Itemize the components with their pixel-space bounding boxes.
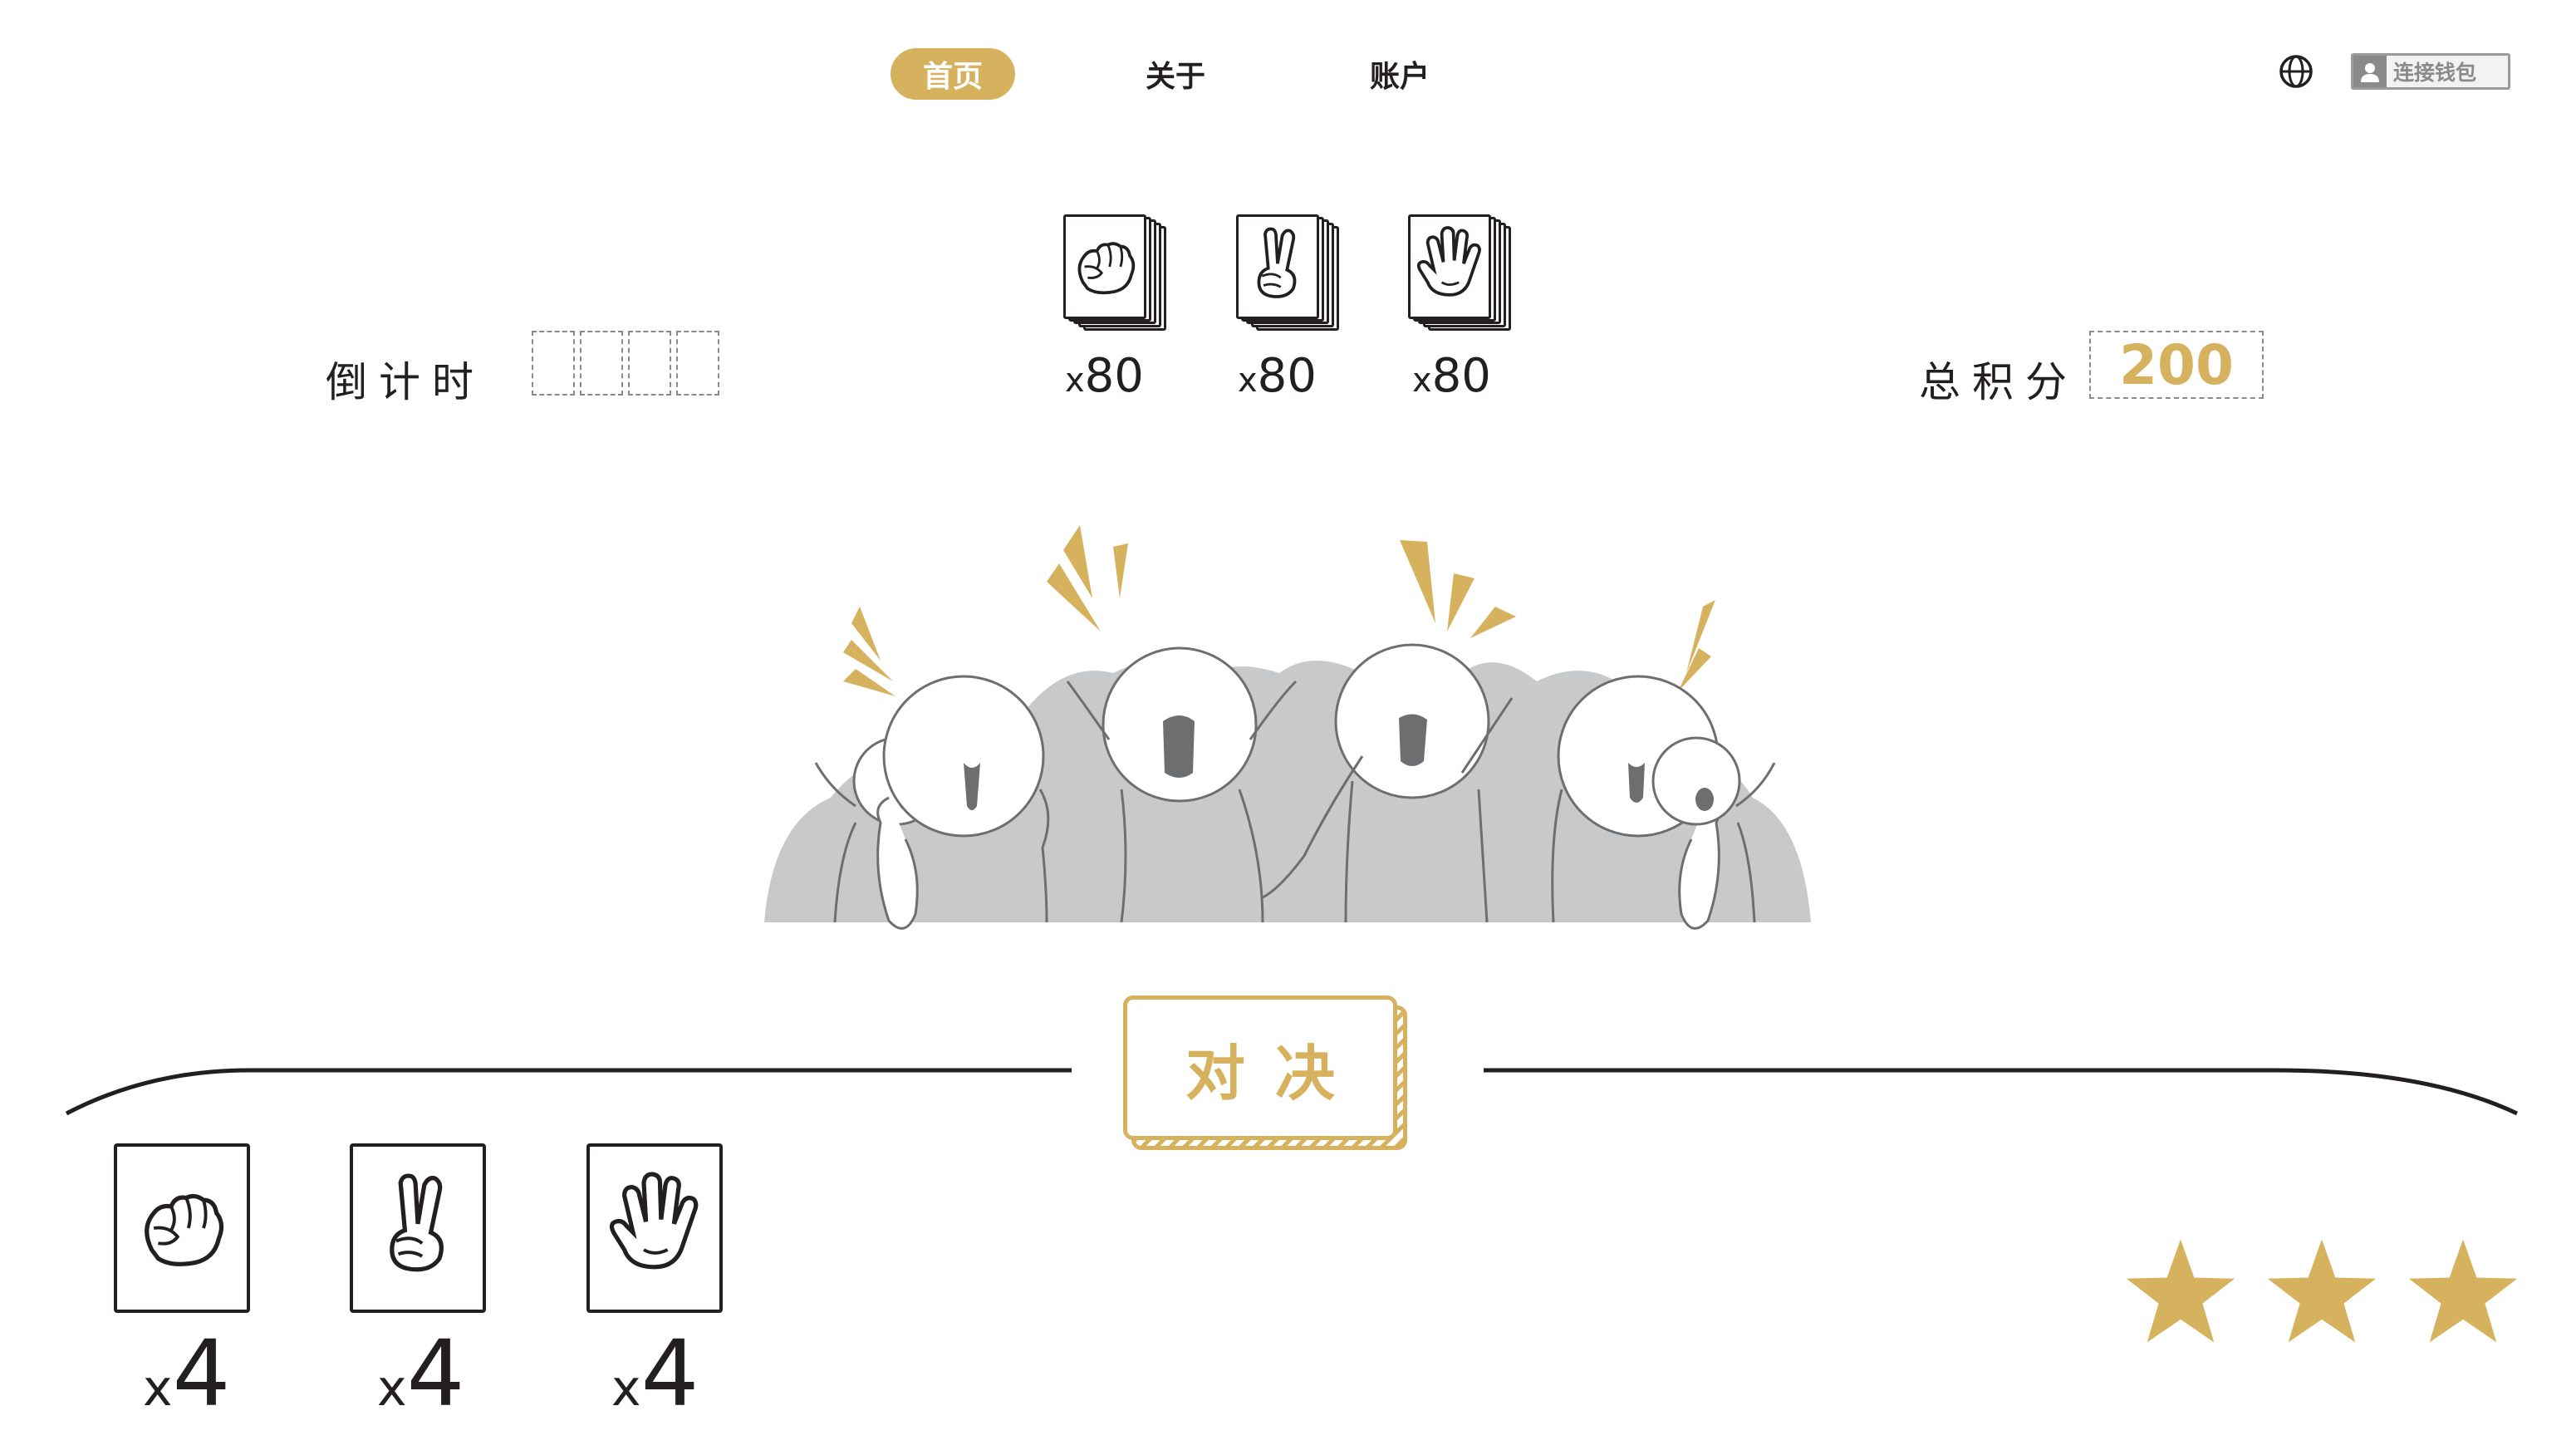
countdown-digit bbox=[676, 331, 719, 396]
nav-account-label: 账户 bbox=[1369, 60, 1430, 94]
open-palm-icon bbox=[1416, 226, 1481, 297]
cheering-crowd-illustration bbox=[764, 525, 1811, 930]
countdown-label: 倒计时 bbox=[326, 358, 485, 406]
nav-home-label: 首页 bbox=[922, 60, 983, 94]
nav-home-tab[interactable]: 首页 bbox=[891, 48, 1015, 100]
star-icon bbox=[2126, 1239, 2235, 1343]
score-value: 200 bbox=[2089, 331, 2264, 399]
hand-card-scissors[interactable] bbox=[350, 1143, 486, 1313]
peace-sign-icon bbox=[1257, 227, 1297, 298]
duel-button[interactable]: 对决 bbox=[1123, 995, 1407, 1150]
duel-button-label: 对决 bbox=[1123, 995, 1397, 1140]
countdown-digit bbox=[628, 331, 671, 396]
open-palm-icon bbox=[609, 1172, 699, 1270]
star-rating bbox=[2126, 1239, 2518, 1343]
star-icon bbox=[2267, 1239, 2377, 1343]
nav-about-label: 关于 bbox=[1145, 60, 1205, 94]
countdown-digit bbox=[580, 331, 623, 396]
globe-icon[interactable] bbox=[2278, 53, 2314, 90]
deck-rock-count: x80 bbox=[1065, 349, 1144, 403]
deck-scissors-stack bbox=[1236, 214, 1361, 339]
peace-sign-icon bbox=[390, 1173, 444, 1272]
score-label: 总积分 bbox=[1919, 358, 2078, 406]
deck-paper-stack bbox=[1408, 214, 1533, 339]
countdown-digit bbox=[532, 331, 575, 396]
hand-paper-count: x4 bbox=[611, 1320, 699, 1427]
hand-scissors-count: x4 bbox=[377, 1320, 465, 1427]
nav-about-tab[interactable]: 关于 bbox=[1113, 48, 1238, 100]
fist-icon bbox=[1077, 242, 1136, 295]
connect-wallet-button[interactable]: 连接钱包 bbox=[2351, 53, 2510, 90]
nav-account-tab[interactable]: 账户 bbox=[1337, 48, 1462, 100]
hand-rock-count: x4 bbox=[143, 1320, 231, 1427]
connect-wallet-label: 连接钱包 bbox=[2393, 61, 2477, 85]
deck-paper-count: x80 bbox=[1412, 349, 1491, 403]
deck-rock-stack bbox=[1063, 214, 1188, 339]
star-icon bbox=[2408, 1239, 2518, 1343]
hand-card-paper[interactable] bbox=[586, 1143, 723, 1313]
user-icon bbox=[2353, 56, 2387, 87]
deck-scissors-count: x80 bbox=[1238, 349, 1317, 403]
hand-card-rock[interactable] bbox=[114, 1143, 250, 1313]
fist-icon bbox=[145, 1193, 224, 1266]
